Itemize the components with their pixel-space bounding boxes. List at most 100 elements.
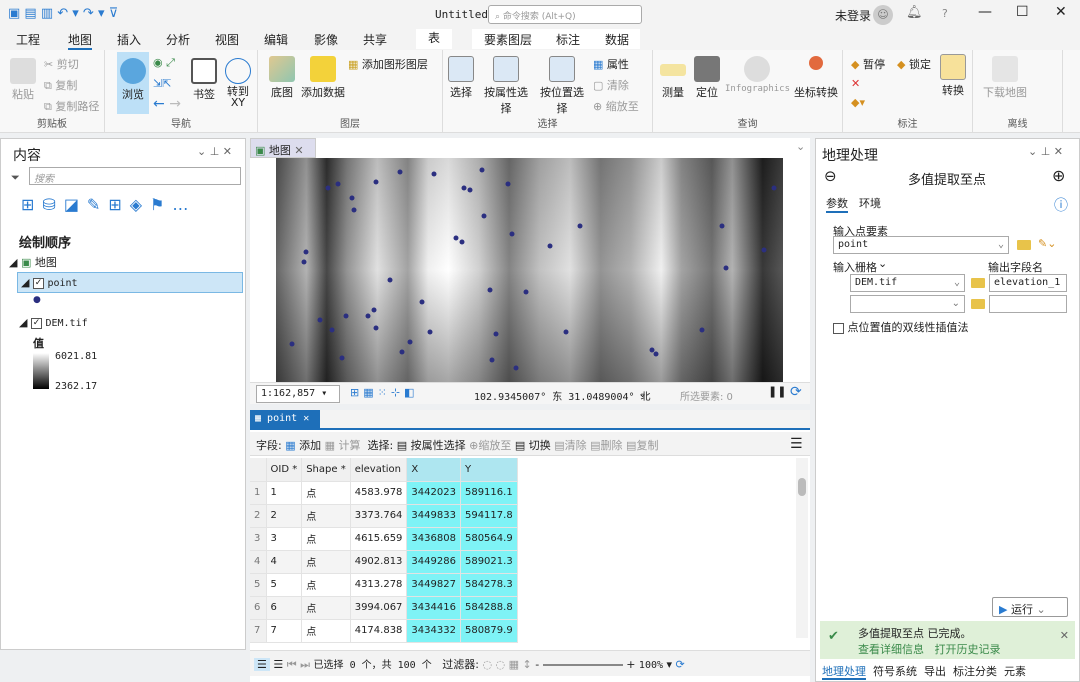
show-selected-records-button[interactable]: ☰ bbox=[273, 658, 283, 671]
table-cell[interactable]: 580879.9 bbox=[460, 619, 518, 643]
add-graphics-layer-button[interactable]: ▦ 添加图形图层 bbox=[348, 56, 428, 72]
tab-symbology[interactable]: 符号系统 bbox=[873, 665, 917, 678]
user-status[interactable]: 未登录 bbox=[835, 7, 871, 24]
bilinear-checkbox[interactable]: 点位置值的双线性插值法 bbox=[833, 319, 969, 335]
table-cell[interactable]: 点 bbox=[301, 619, 351, 643]
folder-icon[interactable] bbox=[971, 278, 985, 288]
point-feature[interactable] bbox=[431, 171, 437, 177]
point-feature[interactable] bbox=[513, 365, 519, 371]
table-cell[interactable]: 3373.764 bbox=[350, 504, 408, 528]
point-feature[interactable] bbox=[343, 313, 349, 319]
table-cell[interactable]: 点 bbox=[301, 573, 351, 597]
pencil-icon[interactable]: ✎⌄ bbox=[1038, 237, 1056, 250]
close-button[interactable]: ✕ bbox=[1055, 4, 1067, 20]
table-cell[interactable]: 584288.8 bbox=[460, 596, 518, 620]
layer-visibility-checkbox[interactable]: ✓ bbox=[32, 277, 44, 289]
basemap-button[interactable]: 底图 bbox=[266, 56, 298, 100]
point-feature[interactable] bbox=[325, 185, 331, 191]
point-feature[interactable] bbox=[387, 277, 393, 283]
tab-insert[interactable]: 插入 bbox=[117, 31, 141, 48]
table-cell[interactable]: 3449286 bbox=[406, 550, 461, 574]
tab-elements[interactable]: 元素 bbox=[1004, 665, 1026, 678]
close-icon[interactable]: ✕ bbox=[303, 413, 309, 424]
select-by-attributes-button[interactable]: 按属性选择 bbox=[479, 56, 533, 116]
row-number[interactable]: 2 bbox=[250, 504, 267, 528]
point-feature[interactable] bbox=[723, 265, 729, 271]
column-header[interactable]: X bbox=[406, 458, 461, 482]
point-feature[interactable] bbox=[509, 231, 515, 237]
row-number[interactable]: 1 bbox=[250, 481, 267, 505]
help-icon[interactable]: ⓘ bbox=[1054, 195, 1068, 215]
pause-labels-button[interactable]: ◆ 暂停 bbox=[851, 56, 885, 72]
input-points-select[interactable]: point ⌄ bbox=[833, 236, 1009, 254]
tab-map[interactable]: 地图 bbox=[68, 31, 93, 50]
cut-button[interactable]: ✂ 剪切 bbox=[44, 56, 79, 72]
switch-selection-button[interactable]: ▤ 切换 bbox=[515, 439, 551, 452]
column-header[interactable]: OID * bbox=[266, 458, 303, 482]
table-cell[interactable]: 3442023 bbox=[406, 481, 461, 505]
zoom-to-selection-button[interactable]: ⊕ 缩放至 bbox=[593, 98, 639, 114]
point-feature[interactable] bbox=[407, 339, 413, 345]
avatar[interactable]: ☺ bbox=[873, 5, 893, 25]
table-cell[interactable]: 点 bbox=[301, 596, 351, 620]
goto-xy-button[interactable]: 转到 XY bbox=[223, 58, 253, 108]
table-cell[interactable]: 点 bbox=[301, 481, 351, 505]
point-feature[interactable] bbox=[493, 331, 499, 337]
show-all-records-button[interactable]: ☰ bbox=[254, 658, 270, 671]
table-cell[interactable]: 5 bbox=[266, 573, 303, 597]
select-by-attributes-button[interactable]: ▤ 按属性选择 bbox=[397, 439, 466, 452]
tab-view[interactable]: 视图 bbox=[215, 31, 239, 48]
table-row[interactable]: 5 5 点 4313.278 3449827 584278.3 bbox=[250, 573, 518, 597]
point-feature[interactable] bbox=[317, 317, 323, 323]
coordinate-conversion-button[interactable]: 坐标转换 bbox=[791, 56, 841, 100]
point-feature[interactable] bbox=[301, 259, 307, 265]
point-feature[interactable] bbox=[371, 307, 377, 313]
table-cell[interactable]: 4313.278 bbox=[350, 573, 408, 597]
tab-environments[interactable]: 环境 bbox=[859, 195, 881, 211]
point-feature[interactable] bbox=[419, 299, 425, 305]
add-icon[interactable]: ⊕ bbox=[1052, 166, 1065, 185]
table-cell[interactable]: 594117.8 bbox=[460, 504, 518, 528]
table-cell[interactable]: 3434416 bbox=[406, 596, 461, 620]
folder-icon[interactable] bbox=[1017, 240, 1031, 250]
download-map-button[interactable]: 下载地图 bbox=[983, 56, 1027, 100]
table-zoom-slider[interactable]: - + bbox=[535, 658, 635, 671]
tab-imagery[interactable]: 影像 bbox=[314, 31, 338, 48]
table-row[interactable]: 3 3 点 4615.659 3436808 580564.9 bbox=[250, 527, 518, 551]
map-canvas[interactable] bbox=[276, 158, 783, 382]
point-feature[interactable] bbox=[489, 357, 495, 363]
clear-button[interactable]: ▤清除 bbox=[554, 439, 586, 452]
row-number[interactable]: 7 bbox=[250, 619, 267, 643]
refresh-icon[interactable]: ⟳ bbox=[790, 384, 802, 400]
table-cell[interactable]: 4 bbox=[266, 550, 303, 574]
select-by-location-button[interactable]: 按位置选择 bbox=[535, 56, 589, 116]
point-feature[interactable] bbox=[653, 351, 659, 357]
raster-select-1[interactable]: DEM.tif ⌄ bbox=[850, 274, 965, 292]
tab-edit[interactable]: 编辑 bbox=[264, 31, 288, 48]
chevron-down-icon[interactable]: ⌄ bbox=[796, 140, 805, 153]
point-feature[interactable] bbox=[649, 347, 655, 353]
table-cell[interactable]: 2 bbox=[266, 504, 303, 528]
contents-search-input[interactable]: 搜索 bbox=[29, 167, 241, 185]
table-cell[interactable]: 3434332 bbox=[406, 619, 461, 643]
point-feature[interactable] bbox=[339, 355, 345, 361]
copy-path-button[interactable]: ⧉ 复制路径 bbox=[44, 98, 99, 114]
delete-button[interactable]: ▤删除 bbox=[590, 439, 622, 452]
table-cell[interactable]: 3 bbox=[266, 527, 303, 551]
pause-drawing-button[interactable]: ❚❚ bbox=[768, 385, 786, 398]
raster-select-2[interactable]: ⌄ bbox=[850, 295, 965, 313]
add-data-button[interactable]: 添加数据 bbox=[300, 56, 346, 100]
table-cell[interactable]: 4583.978 bbox=[350, 481, 408, 505]
locate-button[interactable]: 定位 bbox=[691, 56, 723, 100]
close-icon[interactable]: ✕ bbox=[1060, 629, 1069, 642]
table-cell[interactable]: 3449827 bbox=[406, 573, 461, 597]
command-search-input[interactable]: ⌕ 命令搜索 (Alt+Q) bbox=[488, 5, 642, 24]
tab-project[interactable]: 工程 bbox=[16, 31, 40, 48]
output-field-input-2[interactable] bbox=[989, 295, 1067, 313]
pane-options-icon[interactable]: ⌄ ⊥ ✕ bbox=[197, 145, 232, 158]
full-extent-icon[interactable]: ◉ ⤢ bbox=[153, 56, 175, 70]
row-number[interactable]: 6 bbox=[250, 596, 267, 620]
table-menu-icon[interactable]: ☰ bbox=[790, 436, 803, 452]
column-header[interactable]: elevation bbox=[350, 458, 408, 482]
back-icon[interactable]: ⊖ bbox=[824, 167, 837, 185]
